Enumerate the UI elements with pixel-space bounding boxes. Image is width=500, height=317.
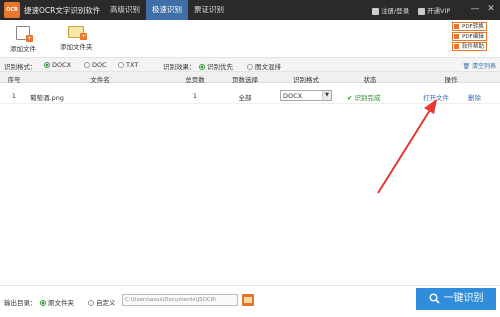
delete-link[interactable]: 删除 — [468, 92, 481, 102]
title-bar: OCR 捷速OCR文字识别软件 高级识别 极速识别 票证识别 注册/登录 开通V… — [0, 0, 500, 20]
table-header: 序号 文件名 总页数 页数选择 识别格式 状态 操作 — [0, 72, 500, 84]
minimize-button[interactable]: — — [470, 3, 480, 15]
format-label: 识别格式： — [4, 63, 37, 71]
trash-icon: 🗑 — [462, 63, 471, 70]
app-title: 捷速OCR文字识别软件 — [24, 6, 101, 15]
radio-icon — [84, 62, 90, 68]
effect-mixed-radio[interactable]: 图文混排 — [247, 61, 281, 71]
output-label: 输出目录： — [4, 299, 37, 307]
format-doc-radio[interactable]: DOC — [84, 61, 107, 69]
toolbar: + 添加文件 + 添加文件夹 — [0, 20, 500, 58]
vip-button[interactable]: 开通VIP — [418, 5, 450, 15]
chevron-down-icon: ▼ — [322, 91, 331, 100]
radio-checked-icon — [44, 62, 50, 68]
output-path-input[interactable]: C:\Users\asus\Documents\JSOCR\ — [122, 294, 238, 306]
col-status: 状态 — [363, 76, 377, 84]
add-file-icon: + — [16, 26, 33, 42]
clear-list-link[interactable]: 🗑 清空列表 — [462, 61, 496, 70]
output-original-radio[interactable]: 原文件夹 — [40, 297, 74, 307]
pdf-convert-link[interactable]: PDF转换 — [452, 22, 488, 31]
col-filename: 文件名 — [90, 76, 110, 84]
search-icon — [429, 293, 440, 304]
pdf-edit-link[interactable]: PDF编辑 — [452, 32, 488, 41]
radio-icon — [247, 64, 253, 70]
row-page-select[interactable]: 全部 — [225, 92, 265, 102]
open-file-link[interactable]: 打开文件 — [423, 92, 449, 102]
radio-icon — [118, 62, 124, 68]
output-custom-radio[interactable]: 自定义 — [88, 297, 116, 307]
format-txt-radio[interactable]: TXT — [118, 61, 138, 69]
col-format: 识别格式 — [293, 76, 319, 84]
row-index: 1 — [11, 92, 17, 100]
ocr-start-button[interactable]: 一键识别 — [416, 288, 496, 310]
menu-ticket-ocr[interactable]: 票证识别 — [188, 0, 230, 20]
user-icon — [372, 7, 379, 15]
effect-label: 识别效果： — [163, 63, 196, 71]
side-links: PDF转换 PDF编辑 软件帮助 — [452, 22, 488, 52]
add-folder-label: 添加文件夹 — [60, 43, 93, 51]
add-file-button[interactable]: + 添加文件 — [10, 26, 36, 53]
help-link[interactable]: 软件帮助 — [452, 42, 488, 51]
col-page-select: 页数选择 — [232, 76, 258, 84]
effect-accuracy-radio[interactable]: 识别优先 — [199, 61, 233, 71]
cart-icon — [418, 7, 425, 15]
col-index: 序号 — [7, 76, 21, 84]
menu-advanced-ocr[interactable]: 高级识别 — [104, 0, 146, 20]
row-filename: 葡萄酒.png — [30, 94, 64, 102]
row-status: ✔ 识别完成 — [347, 94, 381, 102]
row-pages: 1 — [192, 92, 198, 100]
col-actions: 操作 — [444, 76, 458, 84]
close-button[interactable]: ✕ — [486, 3, 496, 15]
add-folder-icon: + — [68, 26, 88, 40]
table-row: 1 葡萄酒.png 1 全部 DOCX ▼ ✔ 识别完成 打开文件 删除 — [0, 88, 500, 104]
radio-icon — [88, 300, 94, 306]
radio-checked-icon — [40, 300, 46, 306]
folder-icon[interactable] — [242, 294, 254, 306]
login-button[interactable]: 注册/登录 — [372, 5, 409, 15]
options-bar: 识别格式： DOCX DOC TXT 识别效果： 识别优先 图文混排 🗑 清空列… — [0, 58, 500, 72]
add-folder-button[interactable]: + 添加文件夹 — [60, 26, 93, 51]
app-logo: OCR — [4, 2, 20, 18]
radio-checked-icon — [199, 64, 205, 70]
format-docx-radio[interactable]: DOCX — [44, 61, 71, 69]
row-format-select[interactable]: DOCX ▼ — [280, 90, 332, 101]
col-pages: 总页数 — [185, 76, 205, 84]
add-file-label: 添加文件 — [10, 45, 36, 53]
menu-fast-ocr[interactable]: 极速识别 — [146, 0, 188, 20]
